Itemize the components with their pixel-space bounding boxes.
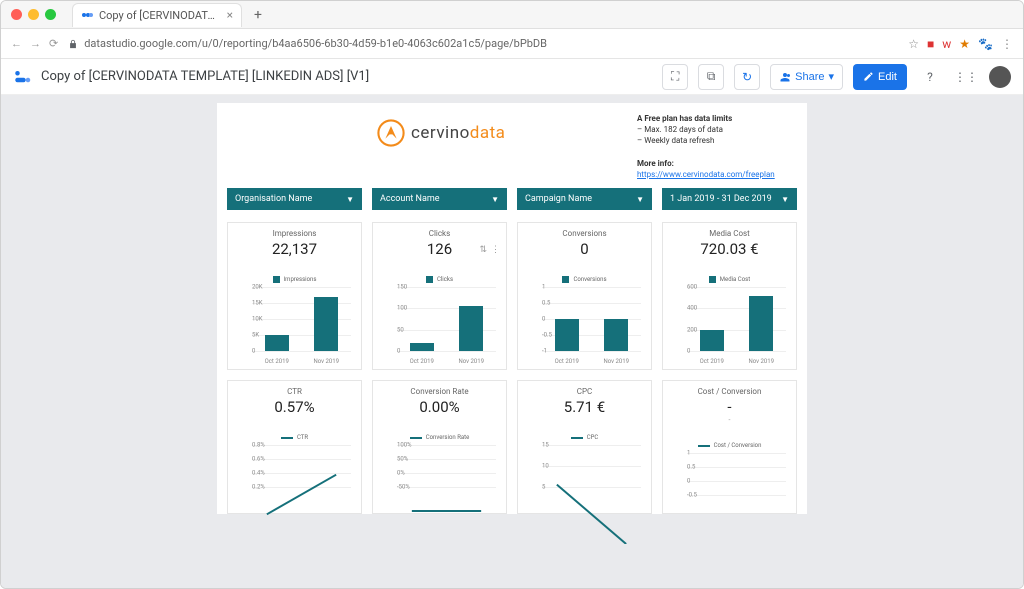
tab-title: Copy of [CERVINODATA TEMP…	[99, 9, 221, 22]
metric-card-media-cost[interactable]: Media Cost 720.03 € Media Cost 600400200…	[662, 222, 797, 370]
share-button[interactable]: Share ▾	[770, 64, 843, 90]
ext-icon-4[interactable]: 🐾	[978, 37, 993, 51]
report-page: cervinodata A Free plan has data limits …	[217, 103, 807, 514]
user-avatar[interactable]	[989, 66, 1011, 88]
metric-label: Impressions	[234, 229, 355, 238]
chart-legend: Conversions	[524, 276, 645, 283]
chevron-down-icon: ▼	[491, 195, 499, 204]
browser-menu-icon[interactable]: ⋮	[1001, 37, 1013, 51]
metric-label: Cost / Conversion	[669, 387, 790, 396]
bar-chart: 6004002000 Oct 2019Nov 2019	[669, 287, 790, 365]
metric-value: 720.03 €	[669, 240, 790, 258]
chevron-down-icon: ▼	[781, 195, 789, 204]
report-canvas: cervinodata A Free plan has data limits …	[1, 95, 1023, 588]
datastudio-logo-icon	[13, 68, 31, 86]
pencil-icon	[863, 71, 874, 82]
plan-info: A Free plan has data limits – Max. 182 d…	[637, 113, 797, 180]
metric-value: -	[669, 398, 790, 416]
filter-campaign[interactable]: Campaign Name▼	[517, 188, 652, 210]
browser-titlebar: Copy of [CERVINODATA TEMP… × +	[1, 1, 1023, 29]
star-icon[interactable]: ☆	[908, 37, 919, 51]
metric-label: Media Cost	[669, 229, 790, 238]
close-window-icon[interactable]	[11, 9, 22, 20]
metric-card-cpc[interactable]: CPC 5.71 € CPC 15105	[517, 380, 652, 514]
help-icon[interactable]: ?	[917, 64, 943, 90]
line-chart: 10.50-0.5	[669, 453, 790, 509]
metric-label: Conversions	[524, 229, 645, 238]
reload-icon[interactable]: ⟳	[49, 37, 58, 50]
metric-card-impressions[interactable]: Impressions 22,137 Impressions 20K15K10K…	[227, 222, 362, 370]
metric-label: CTR	[234, 387, 355, 396]
bar-chart: 20K15K10K5K0 Oct 2019Nov 2019	[234, 287, 355, 365]
metric-label: CPC	[524, 387, 645, 396]
line-chart: 15105	[524, 445, 645, 501]
metric-card-clicks[interactable]: Clicks 126 ⇅⋮ Clicks 150100500 Oct 2019N…	[372, 222, 507, 370]
metric-card-cost-conversion[interactable]: Cost / Conversion - - Cost / Conversion …	[662, 380, 797, 514]
lock-icon	[68, 39, 78, 49]
metric-card-conversion-rate[interactable]: Conversion Rate 0.00% Conversion Rate 10…	[372, 380, 507, 514]
window-controls	[11, 9, 56, 20]
edit-button[interactable]: Edit	[853, 64, 907, 90]
brand-logo: cervinodata	[377, 119, 505, 147]
browser-tab[interactable]: Copy of [CERVINODATA TEMP… ×	[72, 3, 242, 27]
share-icon	[779, 71, 791, 83]
metric-card-conversions[interactable]: Conversions 0 Conversions 10.50-0.5-1 Oc…	[517, 222, 652, 370]
metric-value: 22,137	[234, 240, 355, 258]
line-chart: 0.8%0.6%0.4%0.2%	[234, 445, 355, 501]
chart-legend: Conversion Rate	[379, 434, 500, 441]
chart-legend: Impressions	[234, 276, 355, 283]
browser-address-bar: ← → ⟳ datastudio.google.com/u/0/reportin…	[1, 29, 1023, 59]
apps-icon[interactable]: ⋮⋮	[953, 64, 979, 90]
close-tab-icon[interactable]: ×	[227, 8, 233, 22]
chart-legend: Media Cost	[669, 276, 790, 283]
metric-value: 0	[524, 240, 645, 258]
maximize-window-icon[interactable]	[45, 9, 56, 20]
metric-value: 0.57%	[234, 398, 355, 416]
chart-legend: CTR	[234, 434, 355, 441]
new-tab-icon[interactable]: +	[254, 7, 262, 23]
minimize-window-icon[interactable]	[28, 9, 39, 20]
url-text: datastudio.google.com/u/0/reporting/b4aa…	[84, 37, 547, 50]
refresh-icon[interactable]: ↻	[734, 64, 760, 90]
chevron-down-icon: ▼	[346, 195, 354, 204]
metric-value: 0.00%	[379, 398, 500, 416]
freeplan-link[interactable]: https://www.cervinodata.com/freeplan	[637, 170, 775, 179]
filter-date-range[interactable]: 1 Jan 2019 - 31 Dec 2019▼	[662, 188, 797, 210]
filter-account[interactable]: Account Name▼	[372, 188, 507, 210]
metric-label: Conversion Rate	[379, 387, 500, 396]
bar-chart: 10.50-0.5-1 Oct 2019Nov 2019	[524, 287, 645, 365]
ext-icon-3[interactable]: ★	[959, 37, 970, 51]
chevron-down-icon: ▾	[829, 70, 835, 83]
copy-icon[interactable]: ⧉	[698, 64, 724, 90]
metric-value: 5.71 €	[524, 398, 645, 416]
forward-icon[interactable]: →	[30, 37, 41, 50]
chart-legend: Cost / Conversion	[669, 442, 790, 449]
more-icon[interactable]: ⋮	[491, 245, 500, 255]
metric-card-ctr[interactable]: CTR 0.57% CTR 0.8%0.6%0.4%0.2%	[227, 380, 362, 514]
ext-icon-1[interactable]: ■	[927, 37, 934, 51]
line-chart: 100%50%0%-50%	[379, 445, 500, 501]
report-title: Copy of [CERVINODATA TEMPLATE] [LINKEDIN…	[41, 69, 652, 84]
ext-icon-2[interactable]: w	[942, 37, 951, 51]
bar-chart: 150100500 Oct 2019Nov 2019	[379, 287, 500, 365]
datastudio-header: Copy of [CERVINODATA TEMPLATE] [LINKEDIN…	[1, 59, 1023, 95]
metric-label: Clicks	[379, 229, 500, 238]
extension-icons: ☆ ■ w ★ 🐾 ⋮	[908, 37, 1013, 51]
fullscreen-icon[interactable]: ⛶	[662, 64, 688, 90]
chart-legend: Clicks	[379, 276, 500, 283]
chart-legend: CPC	[524, 434, 645, 441]
nav-arrows: ← → ⟳	[11, 37, 58, 50]
filter-organisation[interactable]: Organisation Name▼	[227, 188, 362, 210]
back-icon[interactable]: ←	[11, 37, 22, 50]
cervinodata-logo-icon	[377, 119, 405, 147]
url-field[interactable]: datastudio.google.com/u/0/reporting/b4aa…	[68, 37, 898, 50]
chevron-down-icon: ▼	[636, 195, 644, 204]
datastudio-favicon-icon	[81, 9, 93, 21]
sort-icon[interactable]: ⇅	[479, 245, 487, 255]
